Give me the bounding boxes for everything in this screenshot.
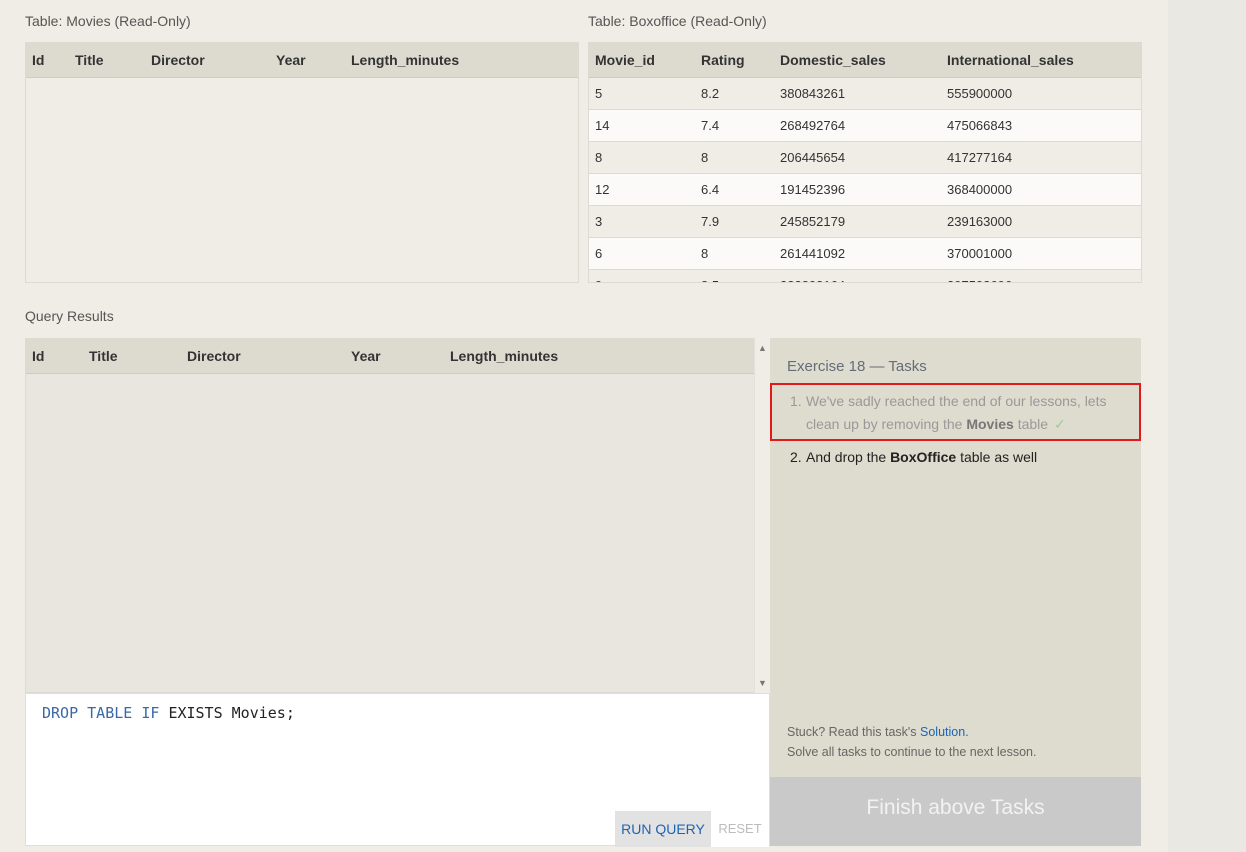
table-cell: 206445654	[774, 141, 941, 174]
results-col-director: Director	[181, 339, 345, 374]
task-item-2: 2. And drop the BoxOffice table as well	[790, 446, 1037, 469]
boxoffice-header-row: Movie_id Rating Domestic_sales Internati…	[589, 43, 1141, 78]
boxoffice-table[interactable]: Movie_id Rating Domestic_sales Internati…	[588, 42, 1142, 283]
task-text-end: table as well	[960, 449, 1038, 465]
scroll-down-icon[interactable]: ▼	[758, 678, 767, 688]
table-cell: 239163000	[941, 205, 1141, 238]
table-row: 98.5223808164297503696	[589, 269, 1141, 282]
movies-col-director: Director	[145, 43, 270, 78]
table-cell: 8	[695, 237, 774, 270]
results-scrollbar[interactable]: ▲ ▼	[754, 338, 769, 693]
table-cell: 7.9	[695, 205, 774, 238]
table-row: 3 7.9 245852179 239163000	[589, 205, 1141, 238]
stuck-text-line2: Solve all tasks to continue to the next …	[787, 745, 1037, 759]
sql-keyword-drop: DROP	[42, 704, 79, 722]
table-cell: 380843261	[774, 77, 941, 110]
task-table-name: BoxOffice	[890, 449, 957, 465]
table-cell: 8.5	[695, 269, 774, 282]
tasks-title: Exercise 18 — Tasks	[787, 358, 927, 375]
table-cell: 475066843	[941, 109, 1141, 142]
sql-keyword-table: TABLE	[87, 704, 133, 722]
highlight-box	[770, 383, 1141, 441]
table-cell: 417277164	[941, 141, 1141, 174]
sql-code[interactable]: DROP TABLE IF EXISTS Movies;	[42, 704, 295, 722]
table-cell: 7.4	[695, 109, 774, 142]
results-col-title: Title	[83, 339, 181, 374]
table-cell: 245852179	[774, 205, 941, 238]
table-row: 5 8.2 380843261 555900000	[589, 77, 1141, 110]
sql-keyword-if: IF	[141, 704, 160, 722]
movies-table: Id Title Director Year Length_minutes	[25, 42, 579, 283]
boxoffice-col-domestic: Domestic_sales	[774, 43, 941, 78]
movies-table-caption: Table: Movies (Read-Only)	[25, 13, 191, 29]
table-cell: 3	[589, 205, 695, 238]
movies-col-title: Title	[69, 43, 145, 78]
table-row: 14 7.4 268492764 475066843	[589, 109, 1141, 142]
table-cell: 14	[589, 109, 695, 142]
table-row: 12 6.4 191452396 368400000	[589, 173, 1141, 206]
sql-statement-rest: EXISTS Movies;	[168, 704, 295, 722]
boxoffice-col-rating: Rating	[695, 43, 774, 78]
table-row: 8 8 206445654 417277164	[589, 141, 1141, 174]
movies-col-year: Year	[270, 43, 345, 78]
table-cell: 261441092	[774, 237, 941, 270]
table-cell: 12	[589, 173, 695, 206]
query-results-table[interactable]: Id Title Director Year Length_minutes	[25, 338, 755, 693]
boxoffice-table-caption: Table: Boxoffice (Read-Only)	[588, 13, 767, 29]
table-cell: 191452396	[774, 173, 941, 206]
stuck-hint: Stuck? Read this task's Solution. Solve …	[787, 722, 1036, 762]
boxoffice-col-international: International_sales	[941, 43, 1141, 78]
stuck-text: Stuck? Read this task's	[787, 725, 917, 739]
page-gutter	[1168, 0, 1246, 852]
scroll-up-icon[interactable]: ▲	[758, 343, 767, 353]
table-cell: 8	[695, 141, 774, 174]
table-cell: 268492764	[774, 109, 941, 142]
movies-header-row: Id Title Director Year Length_minutes	[26, 43, 578, 78]
table-cell: 370001000	[941, 237, 1141, 270]
table-cell: 555900000	[941, 77, 1141, 110]
table-cell: 368400000	[941, 173, 1141, 206]
table-cell: 297503696	[941, 269, 1141, 282]
reset-button[interactable]: RESET	[711, 811, 769, 847]
solution-link[interactable]: Solution.	[920, 725, 969, 739]
results-col-length: Length_minutes	[444, 339, 754, 374]
movies-col-length: Length_minutes	[345, 43, 578, 78]
tasks-panel: Exercise 18 — Tasks 1. We've sadly reach…	[770, 338, 1141, 846]
finish-tasks-button[interactable]: Finish above Tasks	[770, 777, 1141, 846]
query-results-caption: Query Results	[25, 308, 114, 324]
table-cell: 223808164	[774, 269, 941, 282]
run-query-button[interactable]: RUN QUERY	[615, 811, 711, 847]
sql-editor[interactable]: DROP TABLE IF EXISTS Movies; RUN QUERY R…	[25, 693, 770, 847]
movies-col-id: Id	[26, 43, 69, 78]
table-cell: 8.2	[695, 77, 774, 110]
table-cell: 8	[589, 141, 695, 174]
boxoffice-col-movie-id: Movie_id	[589, 43, 695, 78]
results-col-year: Year	[345, 339, 444, 374]
results-col-id: Id	[26, 339, 83, 374]
table-cell: 9	[589, 269, 695, 282]
table-row: 6 8 261441092 370001000	[589, 237, 1141, 270]
results-header-row: Id Title Director Year Length_minutes	[26, 339, 754, 374]
task-number: 2.	[790, 449, 802, 465]
table-cell: 6.4	[695, 173, 774, 206]
task-text: And drop the	[806, 449, 887, 465]
table-cell: 5	[589, 77, 695, 110]
table-cell: 6	[589, 237, 695, 270]
